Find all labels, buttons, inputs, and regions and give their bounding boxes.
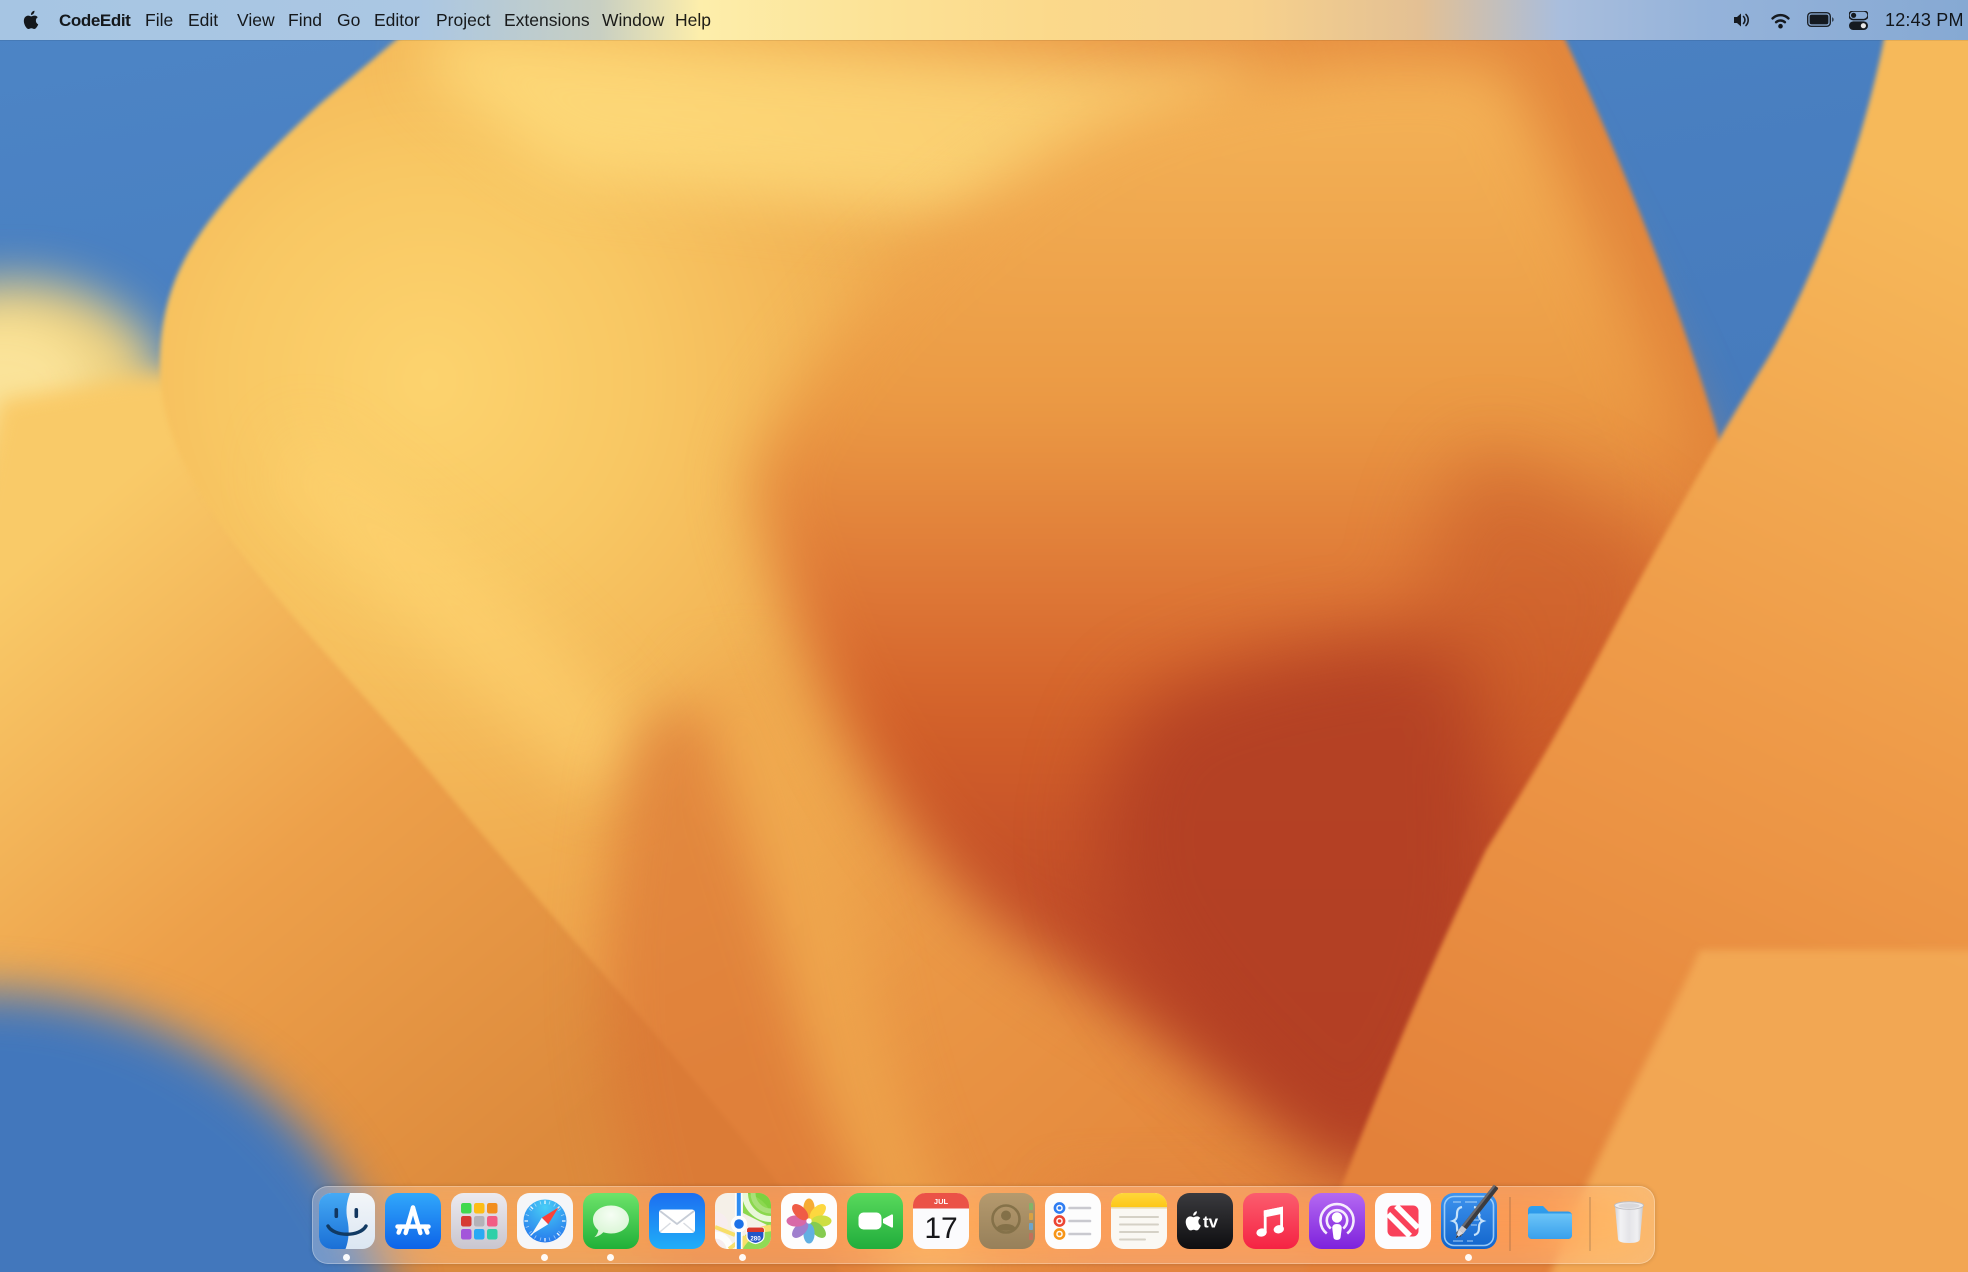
svg-text:17: 17 — [924, 1212, 957, 1245]
svg-text:tv: tv — [1203, 1213, 1219, 1232]
svg-text:280: 280 — [750, 1236, 761, 1243]
svg-text:JUL: JUL — [933, 1197, 948, 1206]
